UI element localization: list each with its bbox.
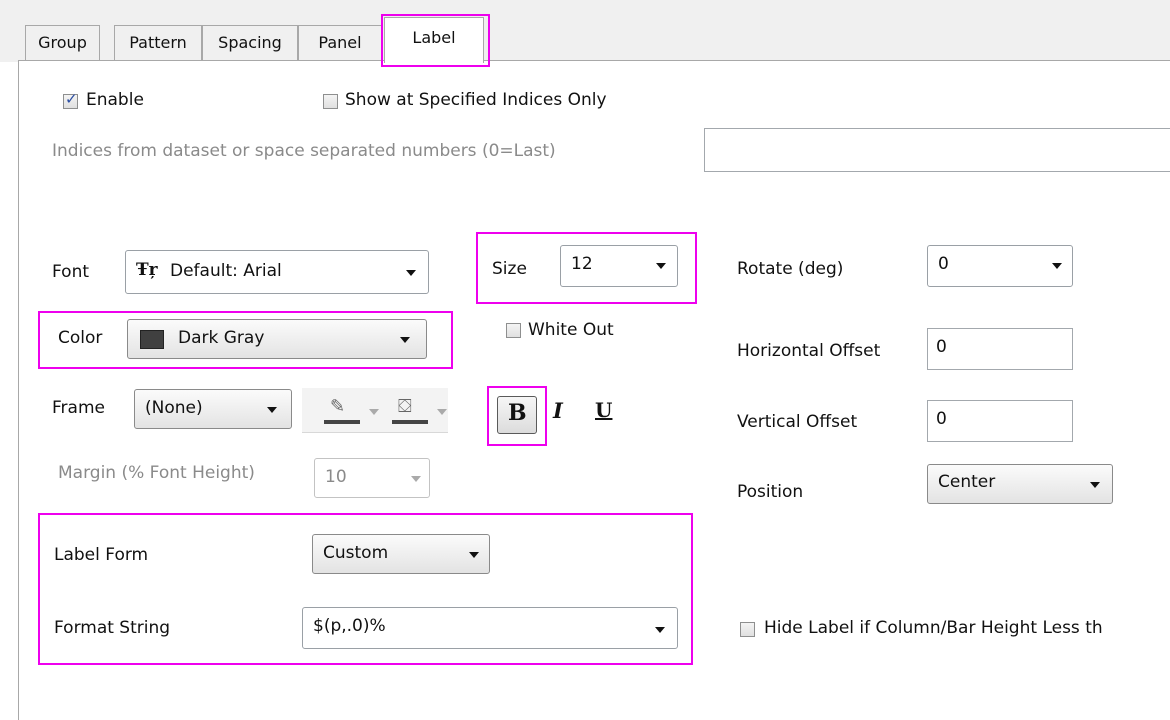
horizontal-offset-input[interactable]: 0	[927, 328, 1073, 370]
color-select[interactable]: Dark Gray	[127, 319, 427, 359]
chevron-down-icon	[369, 409, 379, 415]
tab-spacing[interactable]: Spacing	[202, 25, 298, 61]
font-select[interactable]: Ŧŗ Default: Arial	[125, 250, 429, 294]
format-string-value: $(p,.0)%	[313, 616, 386, 636]
size-select[interactable]: 12	[560, 245, 678, 287]
chevron-down-icon	[400, 337, 410, 343]
chevron-down-icon	[267, 407, 277, 413]
format-string-label: Format String	[54, 618, 171, 638]
horizontal-offset-value: 0	[936, 337, 947, 357]
label-form-select[interactable]: Custom	[312, 534, 490, 574]
frame-value: (None)	[145, 398, 203, 418]
chevron-down-icon	[469, 552, 479, 558]
font-value: Default: Arial	[170, 261, 282, 281]
chevron-down-icon	[437, 409, 447, 415]
vertical-offset-value: 0	[936, 409, 947, 429]
rotate-value: 0	[938, 254, 949, 274]
size-value: 12	[571, 254, 593, 274]
chevron-down-icon	[1090, 482, 1100, 488]
border-color-bar	[324, 420, 360, 424]
hide-label-checkbox[interactable]	[740, 622, 755, 637]
italic-button[interactable]: I	[553, 398, 563, 423]
color-value: Dark Gray	[178, 328, 265, 348]
margin-label: Margin (% Font Height)	[58, 463, 255, 483]
chevron-down-icon	[1052, 263, 1062, 269]
white-out-checkbox[interactable]	[506, 323, 521, 338]
chevron-down-icon	[655, 627, 665, 633]
position-label: Position	[737, 482, 804, 502]
rotate-label: Rotate (deg)	[737, 259, 844, 279]
indices-label: Indices from dataset or space separated …	[52, 141, 556, 161]
horizontal-offset-label: Horizontal Offset	[737, 341, 881, 361]
size-label: Size	[492, 259, 527, 279]
color-swatch	[140, 330, 164, 349]
rotate-select[interactable]: 0	[927, 245, 1073, 287]
show-specified-label: Show at Specified Indices Only	[345, 90, 607, 110]
fill-color-button[interactable]: ⛋	[390, 396, 430, 426]
vertical-offset-input[interactable]: 0	[927, 400, 1073, 442]
format-string-select[interactable]: $(p,.0)%	[302, 607, 678, 649]
font-icon: Ŧŗ	[136, 260, 158, 280]
white-out-label: White Out	[528, 320, 614, 340]
frame-label: Frame	[52, 398, 105, 418]
bold-label: B	[508, 400, 527, 426]
label-form-value: Custom	[323, 543, 389, 563]
border-color-button[interactable]: ✎	[322, 396, 362, 426]
position-select[interactable]: Center	[927, 464, 1113, 504]
pencil-icon: ✎	[330, 396, 346, 417]
tab-panel[interactable]: Panel	[298, 25, 382, 61]
vertical-offset-label: Vertical Offset	[737, 412, 858, 432]
indices-input[interactable]	[704, 128, 1170, 172]
enable-checkbox[interactable]	[63, 90, 78, 109]
margin-select[interactable]: 10	[314, 458, 430, 498]
tab-pattern[interactable]: Pattern	[114, 25, 202, 61]
underline-button[interactable]: U	[595, 398, 612, 422]
frame-select[interactable]: (None)	[134, 389, 292, 429]
show-specified-checkbox[interactable]	[323, 94, 338, 109]
bold-button[interactable]: B	[497, 396, 537, 434]
label-form-label: Label Form	[54, 545, 149, 565]
paint-bucket-icon: ⛋	[398, 396, 412, 417]
tab-group[interactable]: Group	[25, 25, 100, 61]
color-label: Color	[58, 328, 103, 348]
fill-color-bar	[392, 420, 428, 424]
margin-value: 10	[325, 467, 347, 487]
chevron-down-icon	[411, 476, 421, 482]
position-value: Center	[938, 472, 996, 492]
font-label: Font	[52, 262, 90, 282]
highlight-label-tab	[381, 14, 490, 67]
chevron-down-icon	[406, 270, 416, 276]
hide-label-label: Hide Label if Column/Bar Height Less th	[764, 618, 1103, 638]
chevron-down-icon	[656, 263, 666, 269]
enable-label: Enable	[86, 90, 144, 110]
